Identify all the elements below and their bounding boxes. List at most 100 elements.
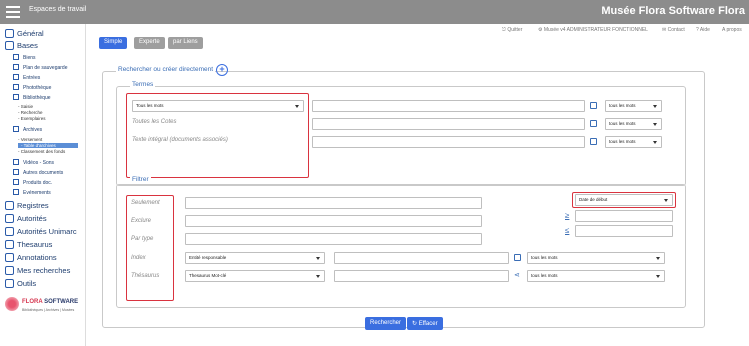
refresh-icon: ↻ (412, 321, 418, 327)
sidebar-item-thesaurus[interactable]: Thesaurus (5, 240, 52, 249)
sidebar-subitem-recherche[interactable]: - Recherche (18, 110, 43, 115)
contact-link[interactable]: ✉ Contact (662, 27, 685, 33)
register-icon (5, 201, 14, 210)
annotation-icon (5, 253, 14, 262)
chevron-down-icon (653, 141, 657, 144)
sidebar-item-entrees[interactable]: Entrées (13, 74, 40, 81)
date-to-input[interactable] (575, 225, 673, 237)
sidebar-item-videos[interactable]: Vidéos - Sons (13, 159, 54, 166)
tab-simple[interactable]: Simple (99, 37, 128, 49)
sidebar-subitem-versement[interactable]: - Versement (18, 137, 42, 142)
tab-par-liens[interactable]: par Liens (168, 37, 203, 49)
sidebar-subitem-saisie[interactable]: - Saisie (18, 104, 33, 109)
chevron-down-icon (295, 105, 299, 108)
terms-input[interactable] (312, 100, 585, 112)
date-from-input[interactable] (575, 210, 673, 222)
workspace-label[interactable]: Espaces de travail (29, 6, 86, 13)
tab-experte[interactable]: Experte (134, 37, 165, 49)
thesaurus-input[interactable] (334, 270, 509, 282)
sidebar-item-autres[interactable]: Autres documents (13, 169, 63, 176)
clear-button[interactable]: ↻ Effacer (407, 317, 443, 330)
sidebar-item-archives[interactable]: Archives (13, 126, 42, 133)
sidebar: Général Bases Biens Plan de sauvegarde E… (0, 24, 86, 346)
chevron-down-icon (656, 257, 660, 260)
sidebar-item-phototheque[interactable]: Photothèque (13, 84, 51, 91)
video-icon (13, 159, 19, 165)
thesaurus-select[interactable]: Thesaurus Mot-clé (185, 270, 325, 282)
filtrer-legend: Filtrer (130, 176, 151, 183)
sidebar-item-biens[interactable]: Biens (13, 54, 36, 61)
sidebar-item-registres[interactable]: Registres (5, 201, 49, 210)
chevron-down-icon (656, 275, 660, 278)
help-link[interactable]: ? Aide (696, 27, 710, 33)
seulement-input[interactable] (185, 197, 482, 209)
par-type-placeholder: Par type (131, 236, 154, 242)
entry-icon (13, 74, 19, 80)
fulltext-operator-select[interactable]: tous les mots (605, 136, 662, 148)
product-icon (13, 179, 19, 185)
sidebar-subitem-table-archives[interactable]: - Table d'archives (18, 143, 78, 148)
index-select[interactable]: Entité responsable (185, 252, 325, 264)
thesaurus-icon (5, 240, 14, 249)
search-button[interactable]: Rechercher (365, 317, 407, 330)
fulltext-placeholder: Texte intégral (documents associés) (132, 137, 228, 143)
about-link[interactable]: A propos (722, 27, 742, 33)
index-operator-select[interactable]: tous les mots (527, 252, 665, 264)
chevron-down-icon (653, 105, 657, 108)
sidebar-item-autorites[interactable]: Autorités (5, 214, 47, 223)
quit-link[interactable]: ⎋ Quitter (502, 27, 522, 33)
sidebar-item-bibliotheque[interactable]: Bibliothèque (13, 94, 51, 101)
fulltext-input[interactable] (312, 136, 585, 148)
share-icon[interactable]: ⋖ (514, 271, 520, 279)
sidebar-subitem-classement[interactable]: - Classement des fonds (18, 149, 65, 154)
main-content: ⎋ Quitter ⚙ Musée v4 ADMINISTRATEUR FONC… (86, 24, 749, 346)
chevron-down-icon (664, 199, 668, 202)
par-type-input[interactable] (185, 233, 482, 245)
keyboard-icon[interactable] (590, 102, 597, 109)
keyboard-icon[interactable] (590, 120, 597, 127)
sidebar-item-mes-recherches[interactable]: Mes recherches (5, 266, 70, 275)
date-type-select[interactable]: Date de début (575, 194, 673, 206)
less-equal-label: ≤ (565, 226, 570, 235)
thesaurus-operator-select[interactable]: tous les mots (527, 270, 665, 282)
keyboard-icon[interactable] (590, 138, 597, 145)
greater-equal-label: ≥ (565, 211, 570, 220)
sidebar-subitem-exemplaires[interactable]: - Exemplaires (18, 116, 46, 121)
search-legend: Rechercher ou créer directement (116, 66, 216, 73)
cotes-input[interactable] (312, 118, 585, 130)
user-link[interactable]: ⚙ Musée v4 ADMINISTRATEUR FONCTIONNEL (538, 27, 648, 33)
top-bar: Espaces de travail Musée Flora Software … (0, 0, 749, 24)
seulement-placeholder: Seulement (131, 200, 160, 206)
terms-mode-select[interactable]: Tous les mots (132, 100, 304, 112)
sidebar-item-general[interactable]: Général (5, 29, 44, 38)
brand-title: Musée Flora Software Flora (601, 5, 745, 17)
sidebar-item-plan[interactable]: Plan de sauvegarde (13, 64, 67, 71)
sidebar-item-evenements[interactable]: Evénements (13, 189, 51, 196)
sidebar-item-autorites-unimarc[interactable]: Autorités Unimarc (5, 227, 77, 236)
flora-logo: FLORA SOFTWARE Bibliothèques | Archives … (5, 294, 83, 324)
index-input[interactable] (334, 252, 509, 264)
sidebar-item-produits[interactable]: Produits doc. (13, 179, 52, 186)
keyboard-icon[interactable] (514, 254, 521, 261)
chevron-down-icon (653, 123, 657, 126)
add-icon[interactable]: + (216, 64, 228, 76)
flower-logo-icon (5, 297, 19, 311)
logo-name: FLORA SOFTWARE (22, 299, 79, 305)
archive-icon (13, 126, 19, 132)
cotes-placeholder: Toutes les Cotes (132, 119, 177, 125)
terms-operator-select[interactable]: tous les mots (605, 100, 662, 112)
book-icon (5, 227, 14, 236)
sidebar-item-outils[interactable]: Outils (5, 279, 36, 288)
photo-icon (13, 84, 19, 90)
document-icon (13, 54, 19, 60)
cotes-operator-select[interactable]: tous les mots (605, 118, 662, 130)
chevron-down-icon (316, 275, 320, 278)
exclure-input[interactable] (185, 215, 482, 227)
filtrer-highlight (126, 195, 174, 301)
calendar-icon (13, 189, 19, 195)
index-placeholder: Index (131, 255, 146, 261)
hamburger-menu-icon[interactable] (6, 6, 20, 18)
exclure-placeholder: Exclure (131, 218, 152, 224)
sidebar-item-bases[interactable]: Bases (5, 41, 38, 50)
sidebar-item-annotations[interactable]: Annotations (5, 253, 57, 262)
